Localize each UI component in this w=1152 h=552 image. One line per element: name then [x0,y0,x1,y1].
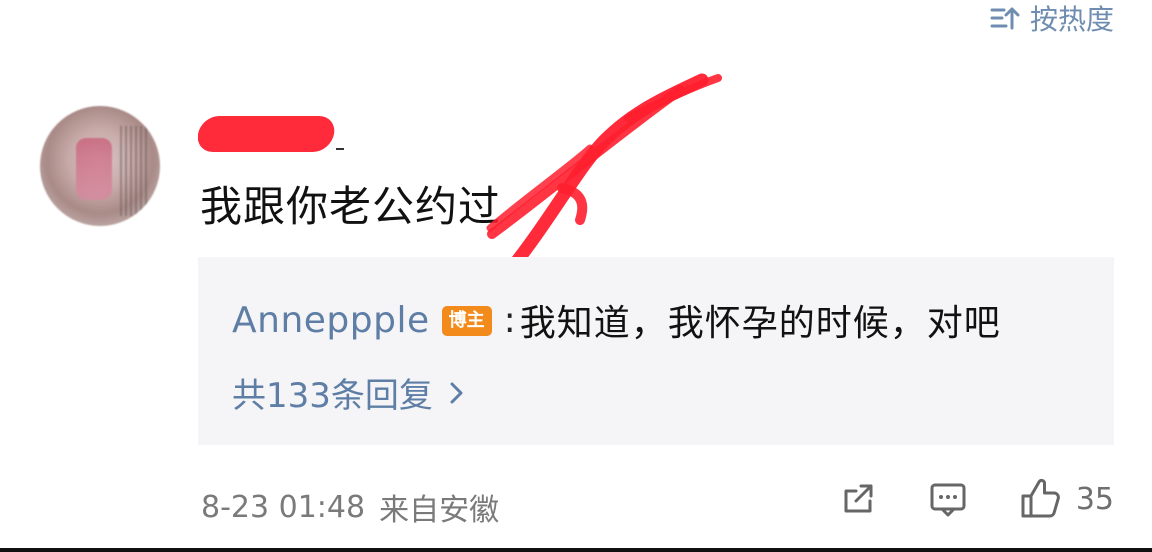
chevron-right-icon [449,379,465,407]
timestamp: 8-23 01:48 [201,489,366,525]
comment-meta: 8-23 01:48 来自安徽 [201,485,499,529]
bottom-divider [0,548,1152,552]
reply-author[interactable]: Anneppple [232,300,430,341]
reply-line: Anneppple 博主 : 我知道，我怀孕的时候，对吧 [232,294,1001,346]
avatar[interactable] [40,106,160,226]
reply-comment-button[interactable] [924,475,972,523]
more-replies-label: 共133条回复 [232,376,433,416]
blogger-badge: 博主 [441,306,492,336]
location-source: 来自安徽 [379,493,500,528]
comment-text: 我跟你老公约过 [200,182,502,231]
sort-icon [988,3,1022,33]
comment-icon [924,475,972,523]
reply-box: Anneppple 博主 : 我知道，我怀孕的时候，对吧 共133条回复 [198,257,1114,445]
username-redacted[interactable] [198,110,358,156]
reply-colon: : [503,299,516,341]
share-button[interactable] [834,475,882,523]
view-more-replies-link[interactable]: 共133条回复 [232,368,465,417]
like-icon [1014,474,1064,524]
like-button[interactable]: 35 [1014,474,1114,524]
share-icon [834,475,882,523]
sort-label: 按热度 [1029,3,1114,36]
reply-text: 我知道，我怀孕的时候，对吧 [519,303,1001,344]
sort-by-hot-button[interactable]: 按热度 [988,0,1114,36]
like-count: 35 [1075,481,1114,517]
comment-actions: 35 [834,474,1114,524]
